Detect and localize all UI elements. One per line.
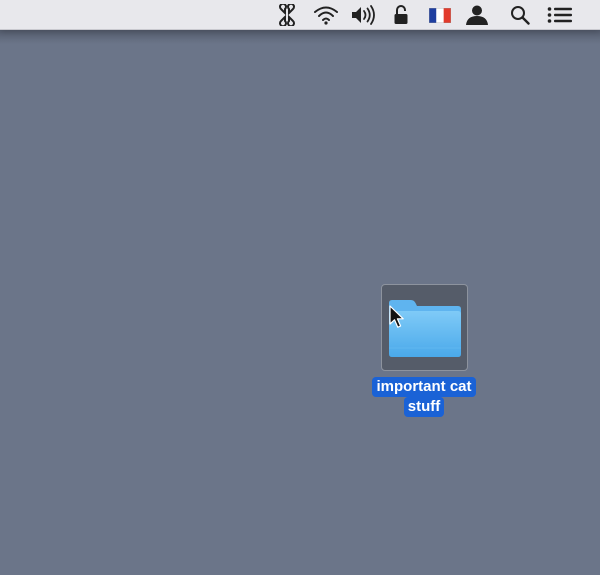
notification-center-icon[interactable] [546,3,574,27]
pinwheel-icon[interactable] [274,3,300,27]
menu-bar-shadow [0,30,600,44]
lock-icon[interactable] [391,3,411,27]
menu-bar [0,0,600,30]
arrow-pointer-icon [389,305,404,328]
user-icon[interactable] [464,3,490,27]
french-flag-icon[interactable] [428,3,452,27]
folder-name-label[interactable]: important cat stuff [366,377,482,417]
folder-name-line-1: important cat [372,377,476,397]
wifi-icon[interactable] [312,3,340,27]
volume-icon[interactable] [349,3,379,27]
folder-name-line-2: stuff [403,397,445,417]
spotlight-search-icon[interactable] [508,3,532,27]
